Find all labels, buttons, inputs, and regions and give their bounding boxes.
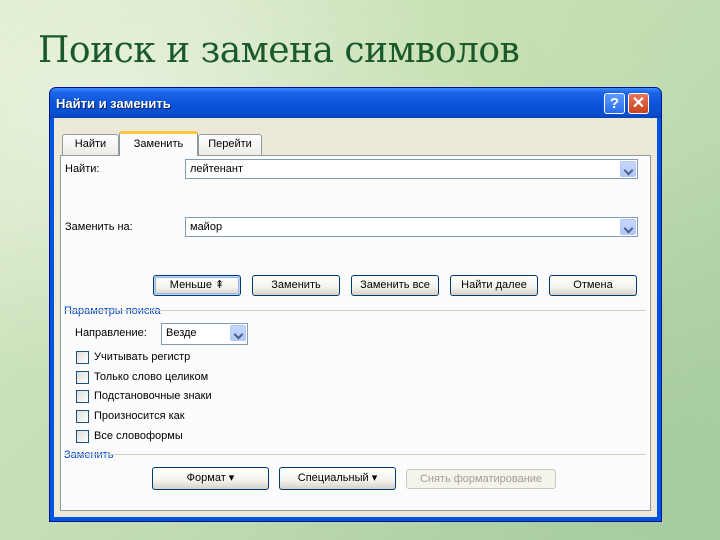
slide-title: Поиск и замена символов [38, 30, 520, 71]
tab-goto[interactable]: Перейти [198, 134, 262, 155]
dialog-client-area: Найти Заменить Перейти Найти: лейтенант … [54, 118, 657, 517]
all-word-forms-label: Все словоформы [94, 430, 183, 442]
dialog-titlebar[interactable]: Найти и заменить ? ✕ [50, 88, 661, 118]
replace-section-title: Заменить [64, 449, 114, 461]
chevron-down-icon[interactable] [620, 161, 636, 177]
search-options-title: Параметры поиска [64, 305, 161, 317]
direction-combobox[interactable]: Везде [161, 323, 248, 345]
chevron-down-icon[interactable] [620, 219, 636, 235]
less-button[interactable]: Меньше ⇞ [153, 275, 241, 296]
replace-all-button[interactable]: Заменить все [351, 275, 439, 296]
wildcards-checkbox[interactable] [76, 390, 89, 403]
direction-value: Везде [166, 327, 197, 339]
wildcards-label: Подстановочные знаки [94, 390, 212, 402]
group-divider [64, 454, 646, 455]
tab-replace[interactable]: Заменить [119, 131, 198, 156]
help-icon[interactable]: ? [604, 93, 625, 114]
all-word-forms-checkbox[interactable] [76, 430, 89, 443]
sounds-like-checkbox[interactable] [76, 410, 89, 423]
replace-input[interactable]: майор [190, 221, 222, 233]
cancel-button[interactable]: Отмена [549, 275, 637, 296]
find-label: Найти: [65, 163, 100, 175]
close-icon[interactable]: ✕ [628, 93, 649, 114]
dialog-title: Найти и заменить [56, 96, 171, 111]
tab-panel-replace: Найти: лейтенант Заменить на: майор Мень… [60, 155, 651, 511]
match-case-checkbox[interactable] [76, 351, 89, 364]
replace-combobox[interactable]: майор [185, 217, 638, 237]
find-input[interactable]: лейтенант [190, 163, 243, 175]
find-combobox[interactable]: лейтенант [185, 159, 638, 179]
sounds-like-label: Произносится как [94, 410, 185, 422]
clear-formatting-button[interactable]: Снять форматирование [406, 469, 556, 489]
find-next-button[interactable]: Найти далее [450, 275, 538, 296]
group-divider [64, 310, 646, 311]
replace-button[interactable]: Заменить [252, 275, 340, 296]
whole-word-label: Только слово целиком [94, 371, 209, 383]
format-button[interactable]: Формат ▾ [152, 467, 269, 490]
tab-find[interactable]: Найти [62, 134, 119, 155]
whole-word-checkbox[interactable] [76, 371, 89, 384]
match-case-label: Учитывать регистр [94, 351, 191, 363]
replace-label: Заменить на: [65, 221, 133, 233]
special-button[interactable]: Специальный ▾ [279, 467, 396, 490]
find-replace-dialog: Найти и заменить ? ✕ Найти Заменить Пере… [49, 87, 662, 522]
direction-label: Направление: [75, 327, 147, 339]
chevron-down-icon[interactable] [230, 325, 246, 341]
